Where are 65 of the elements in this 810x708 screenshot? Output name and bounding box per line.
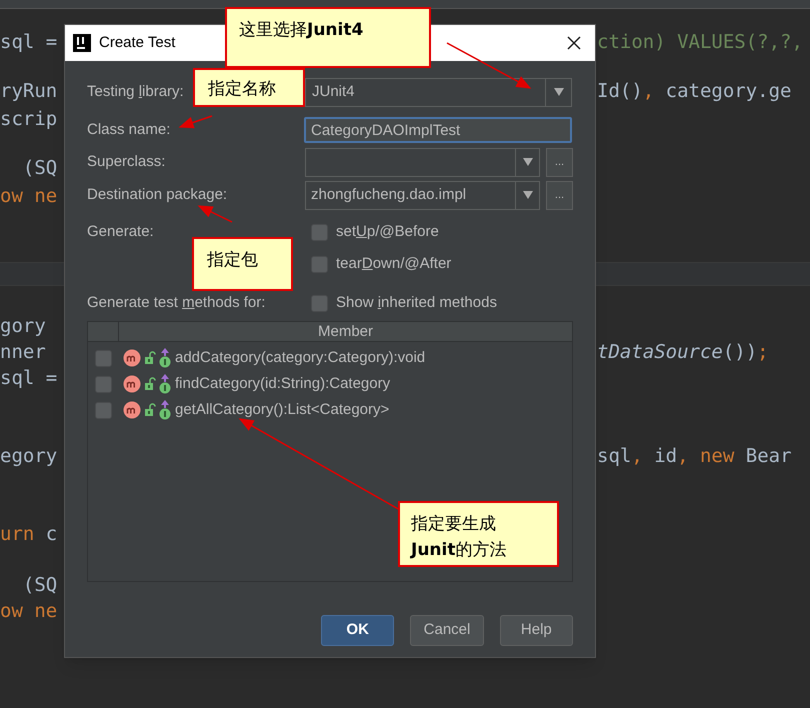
code-line: scrip: [0, 107, 58, 132]
dropdown-arrow-icon: [522, 158, 532, 166]
checkbox-label[interactable]: setUp/@Before: [336, 220, 439, 244]
library-dropdown[interactable]: JUnit4: [305, 78, 572, 106]
checkbox-label[interactable]: Show inherited methods: [336, 292, 497, 314]
arrow: [198, 205, 232, 223]
checkbox[interactable]: [95, 376, 112, 392]
code-line: sql, id, new Bear: [597, 444, 792, 469]
callout-note: 这里选择Junit4: [225, 7, 431, 68]
class-name-field[interactable]: CategoryDAOImplTest: [304, 117, 572, 143]
checkbox[interactable]: [311, 224, 328, 240]
column-header: Member: [316, 322, 374, 341]
close-icon[interactable]: [567, 36, 581, 50]
callout-note: 指定要生成 Junit的方法: [398, 501, 559, 567]
unlocked-padlock-icon: [144, 351, 156, 365]
field-label: Testing library:: [87, 82, 184, 100]
method-icon: [123, 375, 141, 393]
unlocked-padlock-icon: [144, 377, 156, 391]
dialog-button[interactable]: Cancel: [410, 615, 484, 646]
checkbox-label[interactable]: tearDown/@After: [336, 252, 452, 276]
superclass-dropdown[interactable]: [305, 148, 540, 176]
method-icon: [123, 349, 141, 367]
ok-button[interactable]: OK: [321, 615, 394, 646]
method-name[interactable]: findCategory(id:String):Category: [175, 372, 390, 396]
arrow: [178, 115, 212, 128]
override-icon: [159, 348, 171, 368]
code-line: urn c: [0, 522, 58, 547]
code-line: tDataSource());: [597, 340, 769, 365]
field-label: Generate:: [87, 223, 154, 240]
dropdown-arrow-icon: [554, 88, 564, 96]
code-line: Id(), category.ge: [597, 79, 792, 104]
field-label: Superclass:: [87, 152, 166, 170]
code-line: (SQ: [22, 573, 58, 598]
browse-button[interactable]: ...: [546, 148, 573, 176]
dropdown-arrow-icon: [522, 191, 532, 199]
unlocked-padlock-icon: [144, 403, 156, 417]
field-label: Generate test methods for:: [87, 294, 266, 311]
checkbox[interactable]: [95, 350, 112, 366]
callout-note: 指定包: [192, 237, 293, 291]
method-icon: [123, 401, 141, 419]
app-logo-icon: [73, 34, 91, 52]
override-icon: [159, 400, 171, 420]
checkbox[interactable]: [311, 256, 328, 272]
browse-button[interactable]: ...: [546, 180, 573, 210]
code-line: nner: [0, 340, 46, 365]
code-line: egory: [0, 444, 58, 469]
code-line: gory: [0, 314, 46, 339]
method-name[interactable]: getAllCategory():List<Category>: [175, 398, 390, 422]
code-line: ryRun: [0, 79, 58, 104]
window-title: Create Test: [99, 32, 176, 53]
callout-note: 指定名称: [193, 68, 305, 107]
field-label: Class name:: [87, 120, 170, 138]
code-line: ction) VALUES(?,?,: [597, 30, 803, 55]
method-name[interactable]: addCategory(category:Category):void: [175, 346, 426, 370]
checkbox[interactable]: [311, 294, 328, 312]
package-dropdown[interactable]: zhongfucheng.dao.impl: [305, 180, 540, 210]
dialog-button[interactable]: Help: [500, 615, 573, 646]
code-line: (SQ: [22, 156, 58, 181]
field-label: Destination package:: [87, 186, 228, 203]
code-line: ow ne: [0, 184, 58, 209]
code-line: ow ne: [0, 599, 58, 624]
code-line: sql =: [0, 30, 58, 55]
code-line: sql =: [0, 366, 58, 391]
override-icon: [159, 374, 171, 394]
checkbox[interactable]: [95, 402, 112, 418]
